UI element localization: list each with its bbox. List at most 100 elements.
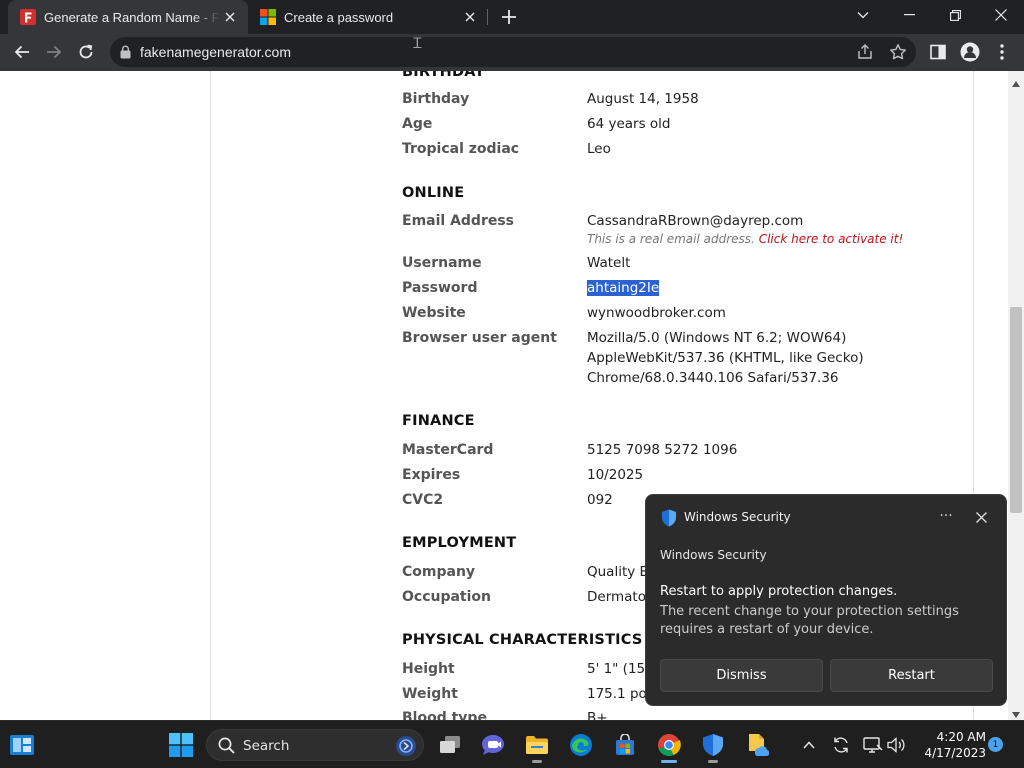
start-button[interactable]: [163, 727, 199, 763]
value-blood-type[interactable]: B+: [587, 708, 608, 720]
network-monitor-icon: [863, 737, 883, 753]
document-cloud-icon: [749, 734, 769, 757]
fakenamegenerator-favicon-icon: [20, 9, 36, 25]
microsoft-store-button[interactable]: [607, 727, 643, 763]
value-birthday[interactable]: August 14, 1958: [587, 89, 699, 109]
value-browser-user-agent-line-2[interactable]: AppleWebKit/537.36 (KHTML, like Gecko): [587, 348, 864, 368]
chrome-menu-button[interactable]: [988, 38, 1016, 66]
notification-body: The recent change to your protection set…: [660, 604, 959, 637]
share-icon[interactable]: [856, 43, 874, 66]
arrow-left-icon: [14, 45, 29, 59]
widgets-button[interactable]: [4, 727, 40, 763]
chat-button[interactable]: [475, 727, 511, 763]
speaker-icon: [887, 737, 905, 753]
address-bar[interactable]: fakenamegenerator.com: [110, 37, 916, 67]
clock-time[interactable]: 4:20 AM: [922, 730, 986, 744]
page-scrollbar[interactable]: [1008, 71, 1024, 720]
value-age[interactable]: 64 years old: [587, 114, 671, 134]
task-view-button[interactable]: [432, 727, 468, 763]
teams-chat-icon: [482, 735, 504, 755]
search-icon: [218, 737, 235, 759]
label-weight: Weight: [402, 686, 458, 702]
reload-icon: [79, 44, 93, 59]
tab-create-password[interactable]: Create a password: [248, 0, 488, 34]
notification-close-icon[interactable]: [970, 506, 992, 528]
value-username[interactable]: Watelt: [587, 253, 630, 273]
taskbar-search-box[interactable]: Search: [206, 729, 424, 761]
minimize-icon: [903, 14, 915, 16]
lock-icon[interactable]: [120, 45, 131, 64]
volume-button[interactable]: [885, 733, 909, 757]
value-browser-user-agent-line-3[interactable]: Chrome/68.0.3440.106 Safari/537.36: [587, 368, 839, 388]
arrow-right-icon: [47, 45, 62, 59]
url-text[interactable]: fakenamegenerator.com: [140, 44, 291, 60]
new-tab-button[interactable]: [498, 6, 520, 28]
value-tropical-zodiac[interactable]: Leo: [587, 139, 611, 159]
chrome-icon: [658, 734, 681, 756]
value-height[interactable]: 5' 1" (154: [587, 659, 654, 679]
value-password[interactable]: ahtaing2Ie: [587, 278, 660, 298]
value-expires[interactable]: 10/2025: [587, 465, 643, 485]
notification-subtitle: Windows Security: [660, 548, 767, 562]
back-button[interactable]: [8, 38, 36, 66]
tab-close-icon[interactable]: [460, 7, 480, 27]
bookmark-star-icon[interactable]: [889, 43, 907, 66]
activate-email-link[interactable]: Click here to activate it!: [759, 232, 904, 246]
shield-icon: [703, 734, 723, 756]
scroll-thumb[interactable]: [1010, 307, 1022, 513]
chevron-down-icon: [857, 12, 869, 19]
file-explorer-button[interactable]: [519, 727, 555, 763]
forward-button[interactable]: [40, 38, 68, 66]
email-note-text: This is a real email address.: [587, 232, 755, 246]
running-indicator: [532, 760, 542, 763]
value-mastercard[interactable]: 5125 7098 5272 1096: [587, 440, 737, 460]
restart-button[interactable]: Restart: [830, 659, 993, 692]
close-window-button[interactable]: [978, 0, 1024, 30]
onedrive-files-button[interactable]: [739, 727, 775, 763]
windows-security-button[interactable]: [695, 727, 731, 763]
search-highlight-icon: [395, 735, 417, 762]
tab-separator: [487, 9, 488, 25]
text-cursor-icon: Ꮖ: [413, 35, 423, 51]
widgets-icon: [10, 735, 34, 755]
microsoft-favicon-icon: [260, 9, 276, 25]
dismiss-button[interactable]: Dismiss: [660, 659, 823, 692]
value-website[interactable]: wynwoodbroker.com: [587, 303, 726, 323]
reload-button[interactable]: [72, 38, 100, 66]
tab-close-icon[interactable]: [220, 7, 240, 27]
notification-headline: Restart to apply protection changes.: [660, 584, 898, 599]
more-options-icon[interactable]: ···: [932, 505, 960, 527]
running-indicator: [708, 760, 718, 763]
profile-button[interactable]: [956, 38, 984, 66]
browser-toolbar: fakenamegenerator.com: [0, 34, 1024, 71]
selected-password-text[interactable]: ahtaing2Ie: [587, 280, 660, 296]
notification-count-badge[interactable]: 1: [988, 737, 1003, 752]
value-browser-user-agent-line-1[interactable]: Mozilla/5.0 (Windows NT 6.2; WOW64): [587, 328, 846, 348]
tab-search-button[interactable]: [840, 0, 886, 30]
edge-button[interactable]: [563, 727, 599, 763]
value-cvc2[interactable]: 092: [587, 490, 613, 510]
folder-icon: [526, 736, 548, 754]
kebab-menu-icon: [1000, 44, 1004, 60]
tab-title: Generate a Random Name - Fake Name Gener…: [44, 9, 220, 25]
chrome-button[interactable]: [651, 727, 687, 763]
show-hidden-icons-button[interactable]: [797, 733, 821, 757]
side-panel-button[interactable]: [924, 38, 952, 66]
scroll-up-arrow-icon[interactable]: [1012, 74, 1020, 92]
profile-avatar-icon: [960, 42, 980, 62]
label-birthday: Birthday: [402, 91, 470, 107]
browser-tab-strip: Generate a Random Name - Fake Name Gener…: [0, 0, 1024, 34]
value-email-address[interactable]: CassandraRBrown@dayrep.com: [587, 211, 803, 231]
restore-button[interactable]: [932, 0, 978, 30]
tab-fake-name-generator[interactable]: Generate a Random Name - Fake Name Gener…: [8, 0, 248, 34]
active-indicator: [661, 760, 677, 763]
clock-date[interactable]: 4/17/2023: [918, 746, 986, 760]
sync-icon: [834, 737, 848, 753]
plus-icon: [502, 10, 516, 24]
sync-status-button[interactable]: [829, 733, 853, 757]
label-username: Username: [402, 255, 482, 271]
section-heading-employment: EMPLOYMENT: [402, 535, 517, 551]
close-icon: [995, 9, 1007, 21]
network-button[interactable]: [861, 733, 885, 757]
minimize-button[interactable]: [886, 0, 932, 30]
